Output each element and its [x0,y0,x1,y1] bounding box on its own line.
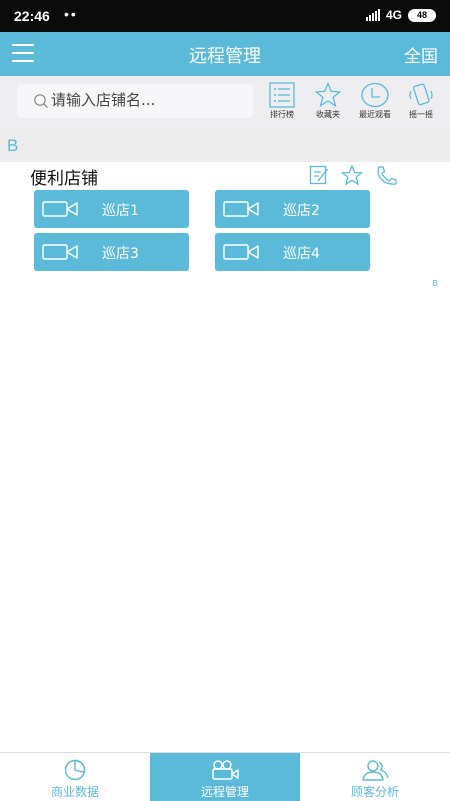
video-camera-icon [223,201,259,217]
nav-business-data[interactable]: 商业数据 [0,753,150,801]
camera-button-1[interactable]: 巡店1 [34,190,189,228]
tool-label: 最近观看 [359,110,391,119]
tool-label: 排行榜 [270,110,294,119]
camera-button-2[interactable]: 巡店2 [215,190,370,228]
video-camera-icon [223,244,259,260]
shake-button[interactable]: 摇一摇 [398,82,444,120]
status-time: 22:46 [14,8,50,24]
ranking-button[interactable]: 排行榜 [259,82,305,120]
camera-button-4[interactable]: 巡店4 [215,233,370,271]
region-selector[interactable]: 全国 [404,42,438,67]
camera-label: 巡店4 [283,246,320,262]
ranking-list-icon [269,82,295,108]
video-camera-icon [42,244,78,260]
tool-label: 收藏夹 [316,110,340,119]
search-box[interactable] [17,84,253,118]
battery-icon: 48 [408,8,436,22]
pie-chart-icon [64,759,86,781]
bottom-nav: 商业数据 远程管理 顾客分析 [0,752,450,801]
nav-label: 商业数据 [50,785,99,799]
nav-remote-management[interactable]: 远程管理 [150,753,300,801]
clock-icon [361,82,389,108]
camera-label: 巡店1 [102,203,139,219]
status-bar: 22:46 •• 4G 48 [0,0,450,32]
search-icon [34,94,48,108]
camera-button-3[interactable]: 巡店3 [34,233,189,271]
index-letter: B [7,136,19,155]
page-title: 远程管理 [189,46,261,67]
phone-icon[interactable] [375,165,398,186]
store-name: 便利店铺 [30,169,98,189]
tool-label: 摇一摇 [409,110,433,119]
side-index-letter[interactable]: B [433,279,438,288]
camera-label: 巡店3 [102,246,139,262]
video-camera-icon [212,760,239,780]
signal-icon [365,9,380,21]
search-input[interactable] [51,91,246,109]
favorite-star-icon[interactable] [341,165,363,186]
star-icon [314,82,342,108]
customers-icon [362,760,389,781]
nav-label: 远程管理 [200,785,249,799]
app-header: 远程管理 全国 [0,32,450,76]
status-indicators: 4G 48 [365,8,436,22]
shake-phone-icon [409,83,433,106]
toolbar: 排行榜 收藏夹 最近观看 摇一摇 [0,76,450,128]
video-camera-icon [42,201,78,217]
edit-icon[interactable] [309,165,329,185]
notification-dots: •• [64,6,78,22]
camera-label: 巡店2 [283,203,320,219]
recently-viewed-button[interactable]: 最近观看 [352,82,398,120]
nav-customer-analysis[interactable]: 顾客分析 [300,753,450,801]
index-section-header: B [0,128,450,162]
nav-label: 顾客分析 [350,785,399,799]
favorites-button[interactable]: 收藏夹 [305,82,351,120]
network-type: 4G [385,8,402,22]
